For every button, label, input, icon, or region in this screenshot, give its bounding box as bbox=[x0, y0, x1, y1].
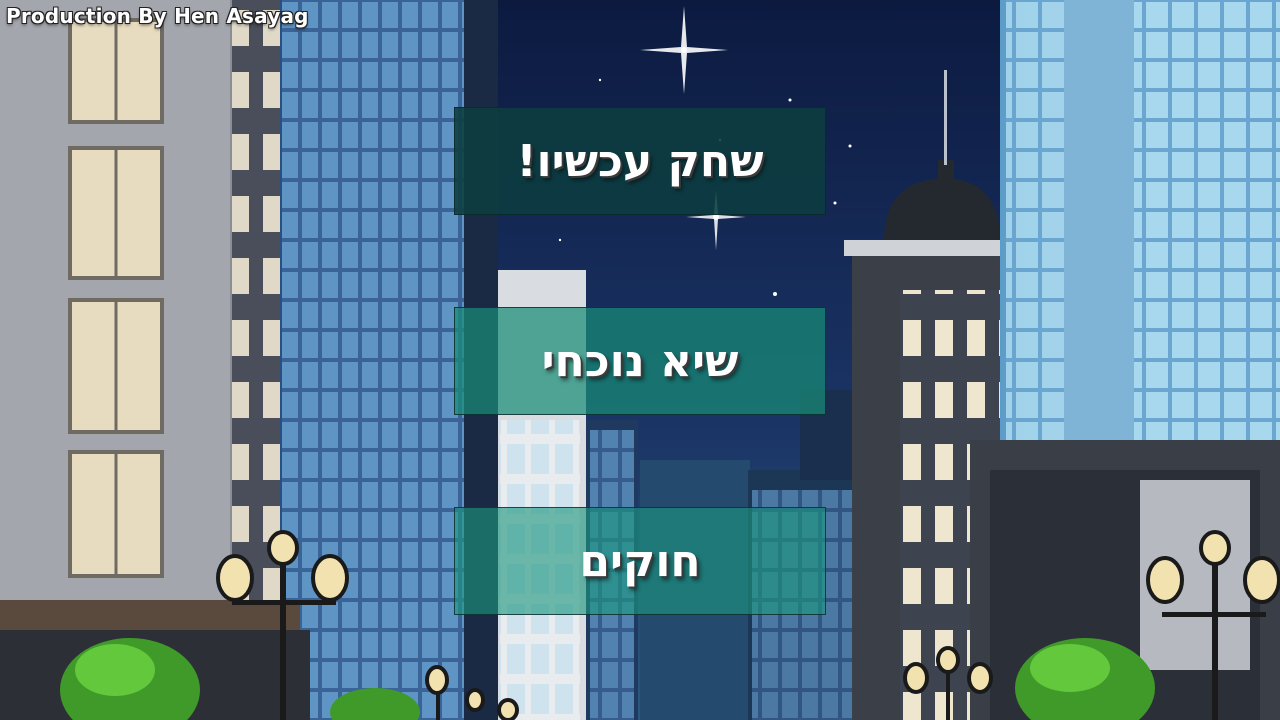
production-credit: Production By Hen Asayag bbox=[6, 4, 309, 28]
current-record-button[interactable]: שיא נוכחי bbox=[454, 307, 826, 415]
play-now-label: שחק עכשיו! bbox=[516, 135, 764, 187]
play-now-button[interactable]: שחק עכשיו! bbox=[454, 107, 826, 215]
rules-button[interactable]: חוקים bbox=[454, 507, 826, 615]
rules-label: חוקים bbox=[579, 535, 701, 587]
current-record-label: שיא נוכחי bbox=[541, 335, 739, 387]
